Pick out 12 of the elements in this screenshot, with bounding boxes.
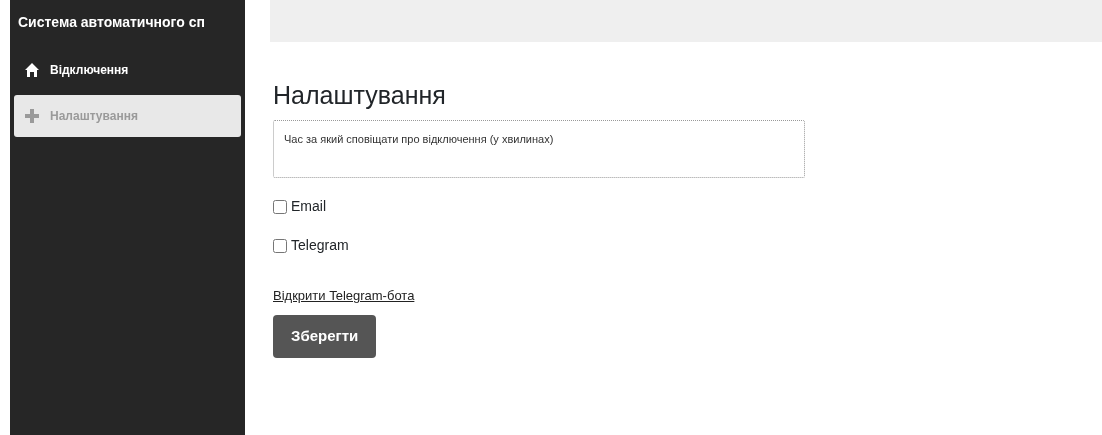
input-field[interactable]: Час за який сповіщати про відключення (у хвилинах) bbox=[273, 120, 805, 178]
telegram-link[interactable]: Відкрити Telegram-бота bbox=[273, 286, 415, 306]
home-icon bbox=[24, 62, 40, 78]
page-heading: Налаштування bbox=[273, 80, 447, 110]
checkbox-label: Telegram bbox=[291, 236, 349, 255]
sidebar-item[interactable]: Відключення bbox=[14, 49, 241, 91]
checkbox-label: Email bbox=[291, 197, 326, 216]
checkbox[interactable] bbox=[273, 199, 287, 214]
save-button[interactable]: Зберегти bbox=[273, 315, 377, 358]
checkbox[interactable] bbox=[273, 238, 287, 253]
app-title: Система автоматичного сп bbox=[17, 13, 206, 32]
plus-icon bbox=[24, 108, 40, 124]
